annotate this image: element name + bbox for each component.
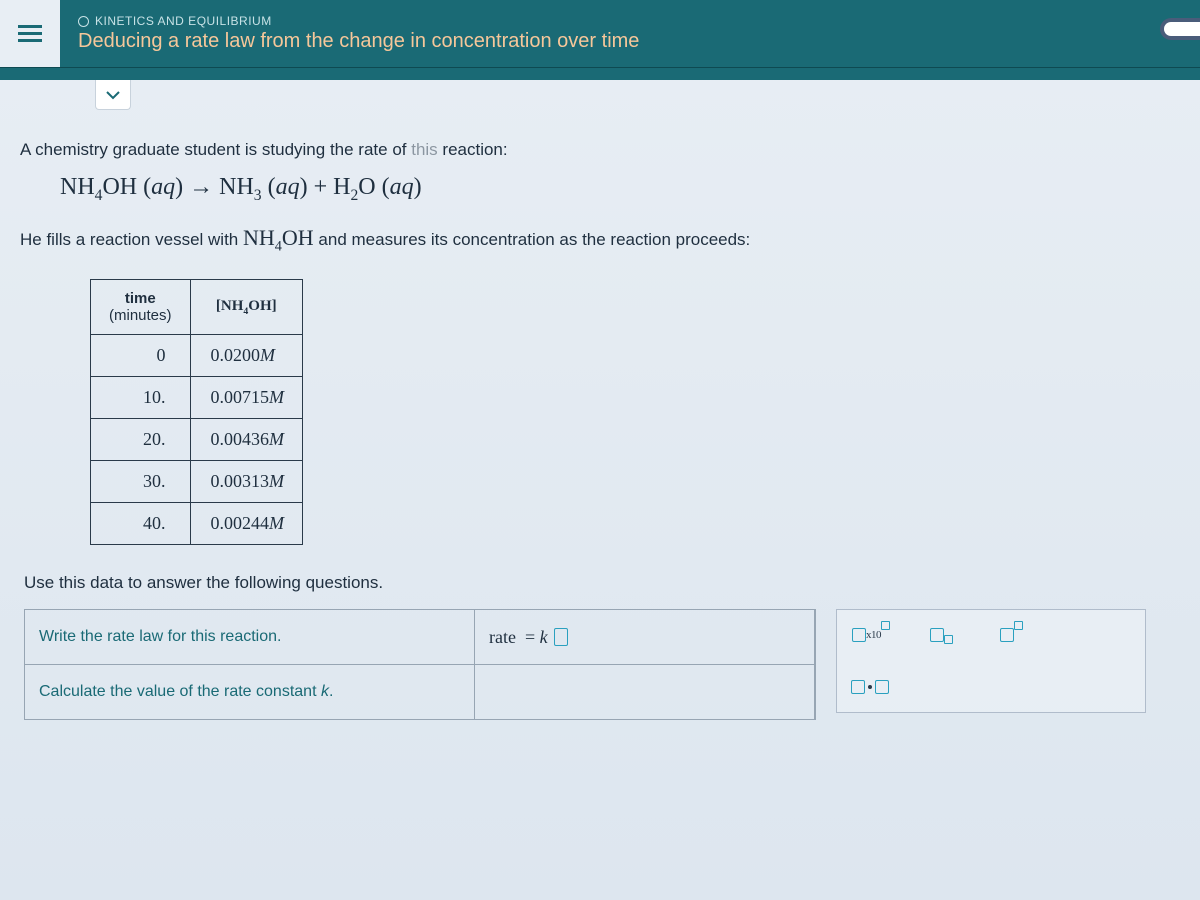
intro-gap: this <box>411 140 437 159</box>
col-conc-header: [NH4OH] <box>190 280 303 335</box>
math-toolbox: x10 <box>836 609 1146 713</box>
question-row-1: Write the rate law for this reaction. ra… <box>25 610 815 664</box>
menu-button[interactable] <box>0 0 60 67</box>
cell-time: 40. <box>91 503 191 545</box>
species-inline: NH4OH <box>243 225 314 250</box>
tool-subscript[interactable] <box>921 620 961 650</box>
tool-superscript[interactable] <box>991 620 1031 650</box>
q2-prompt: Calculate the value of the rate constant… <box>25 664 475 719</box>
intro-suffix: reaction: <box>438 140 508 159</box>
cell-conc: 0.0200M <box>190 335 303 377</box>
hamburger-icon <box>18 24 42 44</box>
cell-conc: 0.00313M <box>190 461 303 503</box>
header-bar: KINETICS AND EQUILIBRIUM Deducing a rate… <box>0 0 1200 68</box>
breadcrumb-circle-icon <box>78 16 89 27</box>
q1-prompt: Write the rate law for this reaction. <box>25 610 475 664</box>
cell-conc: 0.00436M <box>190 419 303 461</box>
tab-strip <box>0 68 1200 80</box>
cell-conc: 0.00715M <box>190 377 303 419</box>
page-title: Deducing a rate law from the change in c… <box>78 30 639 53</box>
table-row: 30. 0.00313M <box>91 461 303 503</box>
table-row: 20. 0.00436M <box>91 419 303 461</box>
intro-prefix: A chemistry graduate student is studying… <box>20 140 411 159</box>
tool-sci-notation[interactable]: x10 <box>851 620 891 650</box>
cell-time: 20. <box>91 419 191 461</box>
cell-time: 0 <box>91 335 191 377</box>
intro-line-2: He fills a reaction vessel with NH4OH an… <box>20 225 1180 255</box>
col-time-label: time <box>109 290 172 307</box>
col-time-unit: (minutes) <box>109 307 172 324</box>
breadcrumb-text: KINETICS AND EQUILIBRIUM <box>95 14 272 28</box>
collapse-toggle[interactable] <box>95 80 131 110</box>
concentration-table: time (minutes) [NH4OH] 0 0.0200M 10. 0.0… <box>90 279 303 545</box>
cell-time: 30. <box>91 461 191 503</box>
question-row-2: Calculate the value of the rate constant… <box>25 664 815 719</box>
followup-text: Use this data to answer the following qu… <box>24 573 1180 593</box>
question-table: Write the rate law for this reaction. ra… <box>24 609 816 720</box>
reaction-equation: NH4OH (aq) → NH3 (aq) + H2O (aq) <box>60 174 1180 205</box>
tool-multiply[interactable] <box>851 672 1131 702</box>
intro-line-1: A chemistry graduate student is studying… <box>20 140 1180 160</box>
q1-answer-area[interactable]: rate = k <box>475 610 815 664</box>
eraser-icon[interactable] <box>1160 18 1200 40</box>
cell-time: 10. <box>91 377 191 419</box>
fill-prefix: He fills a reaction vessel with <box>20 230 243 249</box>
chevron-down-icon <box>106 90 120 100</box>
breadcrumb: KINETICS AND EQUILIBRIUM <box>78 14 639 28</box>
rate-equals-k: rate = k <box>489 627 548 648</box>
q2-answer-area[interactable] <box>475 664 815 719</box>
question-area: Write the rate law for this reaction. ra… <box>24 609 1180 720</box>
problem-content: A chemistry graduate student is studying… <box>0 80 1200 740</box>
table-row: 0 0.0200M <box>91 335 303 377</box>
table-row: 40. 0.00244M <box>91 503 303 545</box>
table-row: 10. 0.00715M <box>91 377 303 419</box>
table-header-row: time (minutes) [NH4OH] <box>91 280 303 335</box>
fill-suffix: and measures its concentration as the re… <box>314 230 751 249</box>
col-time-header: time (minutes) <box>91 280 191 335</box>
cell-conc: 0.00244M <box>190 503 303 545</box>
title-block: KINETICS AND EQUILIBRIUM Deducing a rate… <box>60 0 657 67</box>
rate-law-input[interactable] <box>554 628 568 646</box>
